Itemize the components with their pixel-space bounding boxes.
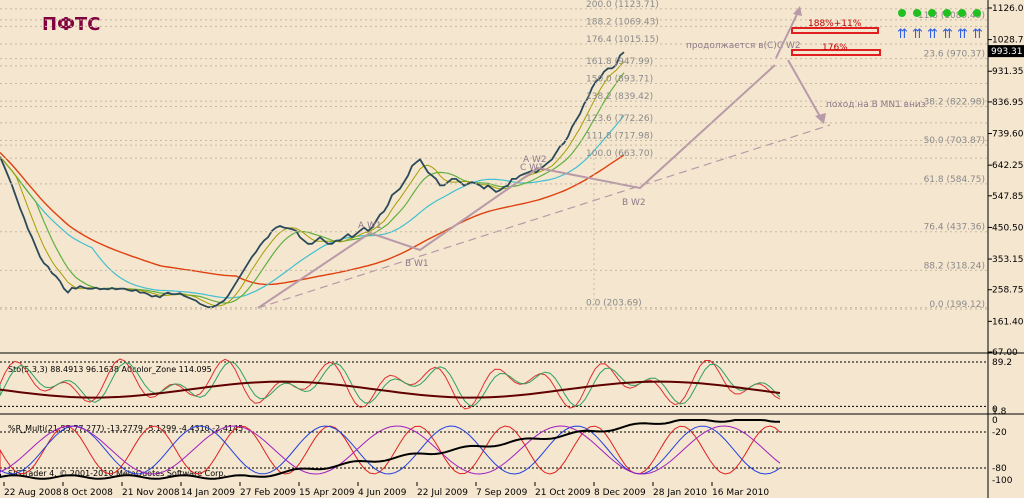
signal-dot-5 xyxy=(973,9,981,17)
wave-label-3: C W1 xyxy=(520,163,544,173)
wpr-tick-0: 0 xyxy=(992,416,998,426)
date-label-12: 16 Mar 2010 xyxy=(712,488,769,498)
stoch-label: Sto(5,3,3) 88.4913 96.1638 A0color_Zone … xyxy=(8,365,212,374)
wpr-tick-1: -20 xyxy=(992,428,1007,438)
signal-arrow-icon-4: ⇈ xyxy=(957,27,968,42)
fib-upper-label-4: 150.0 (893.71) xyxy=(586,74,653,84)
date-label-7: 22 Jul 2009 xyxy=(417,488,468,498)
price-tick-label-11: 67.00 xyxy=(992,348,1018,358)
fib-lower-label-6: 88.2 (318.24) xyxy=(924,261,985,271)
target-high-label: 188%+11% xyxy=(808,19,862,29)
price-tick-label-9: 258.75 xyxy=(992,286,1024,296)
stoch-tick-high: 89.2 xyxy=(992,358,1012,368)
date-label-4: 27 Feb 2009 xyxy=(240,488,296,498)
fib-lower-label-4: 61.8 (584.75) xyxy=(924,175,985,185)
date-label-9: 21 Oct 2009 xyxy=(535,488,591,498)
price-chart: ПФТС A W1B W1A W2C W1B W2 200.0 (1123.71… xyxy=(0,0,1024,498)
date-label-1: 8 Oct 2008 xyxy=(63,488,113,498)
date-label-3: 14 Jan 2009 xyxy=(181,488,235,498)
price-tick-label-5: 642.25 xyxy=(992,161,1024,171)
signal-dot-0 xyxy=(898,9,906,17)
price-tick-label-0: 1126.05 xyxy=(992,4,1024,14)
signal-arrow-icon-1: ⇈ xyxy=(912,27,923,42)
price-tick-label-2: 931.35 xyxy=(992,67,1024,77)
signal-dot-3 xyxy=(943,9,951,17)
date-label-8: 7 Sep 2009 xyxy=(476,488,528,498)
fib-upper-label-2: 176.4 (1015.15) xyxy=(586,35,659,45)
date-label-11: 28 Jan 2010 xyxy=(653,488,707,498)
wpr-tick-2: -80 xyxy=(992,464,1007,474)
date-label-0: 22 Aug 2008 xyxy=(4,488,62,498)
date-label-5: 15 Apr 2009 xyxy=(299,488,355,498)
price-tick-label-3: 836.95 xyxy=(992,98,1024,108)
price-tick-label-6: 547.85 xyxy=(992,192,1024,202)
signal-arrow-icon-3: ⇈ xyxy=(942,27,953,42)
signal-arrow-icon-5: ⇈ xyxy=(972,27,983,42)
price-tick-label-4: 739.60 xyxy=(992,130,1024,140)
wave-label-1: B W1 xyxy=(405,259,429,269)
price-tick-label-1: 1028.70 xyxy=(992,36,1024,46)
fib-lower-label-1: 23.6 (970.37) xyxy=(924,50,985,60)
down-annotation: поход на В MN1 вниз xyxy=(826,100,926,110)
signal-arrow-icon-0: ⇈ xyxy=(897,27,908,42)
signal-arrow-icon-2: ⇈ xyxy=(927,27,938,42)
fib-upper-label-1: 188.2 (1069.43) xyxy=(586,17,659,27)
fib-lower-label-2: 38.2 (822.98) xyxy=(924,97,985,107)
current-price-label: 993.31 xyxy=(991,47,1023,57)
date-label-6: 4 Jun 2009 xyxy=(358,488,407,498)
signal-dot-1 xyxy=(913,9,921,17)
signal-dot-4 xyxy=(958,9,966,17)
target-low-label: 176% xyxy=(822,43,848,53)
wave-label-4: B W2 xyxy=(622,198,646,208)
fib-upper-label-0: 200.0 (1123.71) xyxy=(586,0,659,10)
date-label-2: 21 Nov 2008 xyxy=(122,488,180,498)
wave-label-0: A W1 xyxy=(358,221,382,231)
wpr-tick-3: -100 xyxy=(992,476,1013,486)
price-tick-label-7: 450.50 xyxy=(992,223,1024,233)
fib-upper-label-8: 100.0 (663.70) xyxy=(586,149,653,159)
fib-lower-label-3: 50.0 (703.87) xyxy=(924,136,985,146)
price-tick-label-8: 353.15 xyxy=(992,255,1024,265)
fib-upper-label-5: 138.2 (839.42) xyxy=(586,92,653,102)
fib-lower-label-5: 76.4 (437.36) xyxy=(924,223,985,233)
fib-lower-label-7: 0.0 (199.12) xyxy=(929,300,985,310)
date-label-10: 8 Dec 2009 xyxy=(594,488,646,498)
chart-title: ПФТС xyxy=(42,14,100,35)
fib-upper-label-7: 111.8 (717.98) xyxy=(586,132,653,142)
signal-dot-2 xyxy=(928,9,936,17)
price-tick-label-10: 161.40 xyxy=(992,317,1024,327)
fib-upper-label-6: 123.6 (772.26) xyxy=(586,114,653,124)
